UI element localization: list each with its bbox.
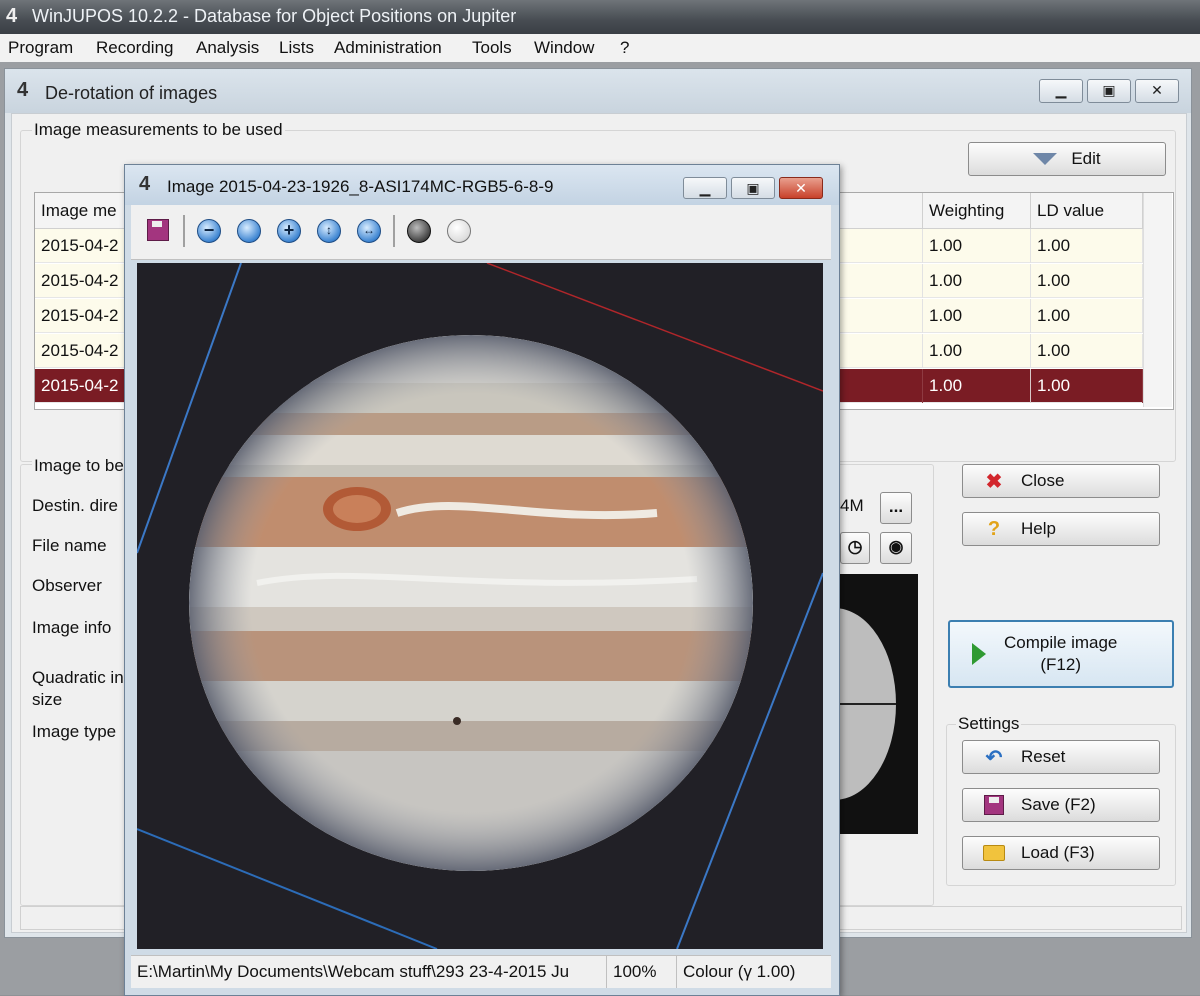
reset-label: Reset <box>1021 747 1066 766</box>
preview-thumbnail <box>834 574 918 834</box>
load-button[interactable]: Load (F3) <box>962 836 1160 870</box>
menu-help[interactable]: ? <box>620 38 629 58</box>
app-logo-icon: 4 <box>6 5 18 27</box>
quadratic-size-label: size <box>32 690 63 709</box>
edit-label: Edit <box>1071 149 1101 168</box>
image-to-be-group-label: Image to be <box>32 456 126 476</box>
menu-program[interactable]: Program <box>8 38 73 58</box>
preview-disc <box>834 574 918 834</box>
image-window: 4 Image 2015-04-23-1926_8-ASI174MC-RGB5-… <box>124 164 840 996</box>
cell-ld: 1.00 <box>1031 229 1143 263</box>
restore-button[interactable]: ▣ <box>1087 79 1131 103</box>
edit-button[interactable]: Edit <box>968 142 1166 176</box>
cell-weighting: 1.00 <box>923 334 1031 368</box>
cell-ld: 1.00 <box>1031 264 1143 298</box>
save-label: Save (F2) <box>1021 795 1096 814</box>
browse-button[interactable]: ... <box>880 492 912 524</box>
help-label: Help <box>1021 519 1056 538</box>
light-circle-icon[interactable] <box>447 219 471 243</box>
load-label: Load (F3) <box>1021 843 1095 862</box>
reset-arrow-icon: ↶ <box>985 746 1003 769</box>
settings-group-label: Settings <box>956 714 1022 734</box>
cell-weighting: 1.00 <box>923 264 1031 298</box>
cell-weighting: 1.00 <box>923 299 1031 333</box>
play-icon <box>972 643 986 665</box>
stretch-vertical-icon[interactable]: ↕ <box>317 219 341 243</box>
image-restore-button[interactable]: ▣ <box>731 177 775 199</box>
col-header-weighting[interactable]: Weighting <box>923 193 1031 229</box>
image-minimize-button[interactable]: ▁ <box>683 177 727 199</box>
save-button[interactable]: Save (F2) <box>962 788 1160 822</box>
observer-label: Observer <box>32 576 102 595</box>
dropdown-triangle-icon <box>1033 153 1058 165</box>
menu-analysis[interactable]: Analysis <box>196 38 259 58</box>
destin-label: Destin. dire <box>32 496 118 515</box>
destin-field[interactable]: 4M <box>840 496 864 516</box>
app-title-bar: 4 WinJUPOS 10.2.2 - Database for Object … <box>0 0 1200 34</box>
zoom-fit-icon[interactable] <box>237 219 261 243</box>
jupiter-image <box>137 263 823 949</box>
status-path: E:\Martin\My Documents\Webcam stuff\293 … <box>131 956 607 988</box>
image-type-label: Image type <box>32 722 117 741</box>
menu-bar: Program Recording Analysis Lists Adminis… <box>0 34 1200 63</box>
dark-circle-icon[interactable] <box>407 219 431 243</box>
quadratic-label: Quadratic in <box>32 668 124 687</box>
menu-recording[interactable]: Recording <box>96 38 174 58</box>
zoom-in-icon[interactable]: + <box>277 219 301 243</box>
file-name-label: File name <box>32 536 107 555</box>
menu-administration[interactable]: Administration <box>334 38 442 58</box>
image-close-button[interactable]: ✕ <box>779 177 823 199</box>
cell-weighting: 1.00 <box>923 229 1031 263</box>
close-x-icon: ✖ <box>985 470 1003 493</box>
help-question-icon: ? <box>987 517 1001 540</box>
measurements-group-label: Image measurements to be used <box>32 120 285 140</box>
table-scrollbar[interactable] <box>1143 193 1172 407</box>
image-statusbar: E:\Martin\My Documents\Webcam stuff\293 … <box>131 955 831 988</box>
image-window-title-bar[interactable]: 4 Image 2015-04-23-1926_8-ASI174MC-RGB5-… <box>125 165 839 205</box>
compile-label: Compile image <box>1004 633 1118 652</box>
eye-icon: ◉ <box>888 537 904 556</box>
image-toolbar: − + ↕ ↔ <box>131 205 831 260</box>
cell-ld: 1.00 <box>1031 299 1143 333</box>
image-info-label: Image info <box>32 618 112 637</box>
close-window-button[interactable]: ✕ <box>1135 79 1179 103</box>
floppy-icon <box>981 793 1007 817</box>
status-colour: Colour (γ 1.00) <box>683 962 796 981</box>
toolbar-separator <box>183 215 185 247</box>
folder-icon <box>981 841 1007 865</box>
col-header-ld[interactable]: LD value <box>1031 193 1143 229</box>
cell-ld: 1.00 <box>1031 334 1143 368</box>
derotation-title-bar[interactable]: 4 De-rotation of images ▁ ▣ ✕ <box>5 69 1191 113</box>
toolbar-separator <box>393 215 395 247</box>
derotation-logo-icon: 4 <box>17 79 29 101</box>
reset-button[interactable]: ↶ Reset <box>962 740 1160 774</box>
view-button[interactable]: ◉ <box>880 532 912 564</box>
derotation-title: De-rotation of images <box>45 83 218 103</box>
save-image-icon[interactable] <box>147 219 169 241</box>
image-window-logo-icon: 4 <box>139 173 151 195</box>
compile-shortcut: (F12) <box>1040 655 1081 674</box>
app-title: WinJUPOS 10.2.2 - Database for Object Po… <box>32 6 517 26</box>
compile-label-block: Compile image (F12) <box>1004 632 1117 676</box>
status-zoom: 100% <box>607 956 677 988</box>
menu-tools[interactable]: Tools <box>472 38 512 58</box>
minimize-button[interactable]: ▁ <box>1039 79 1083 103</box>
stretch-horizontal-icon[interactable]: ↔ <box>357 219 381 243</box>
clock-button[interactable]: ◷ <box>840 532 870 564</box>
compile-image-button[interactable]: Compile image (F12) <box>948 620 1174 688</box>
clock-icon: ◷ <box>847 537 863 556</box>
menu-window[interactable]: Window <box>534 38 594 58</box>
cell-weighting: 1.00 <box>923 369 1031 403</box>
image-window-title: Image 2015-04-23-1926_8-ASI174MC-RGB5-6-… <box>167 177 554 196</box>
menu-lists[interactable]: Lists <box>279 38 314 58</box>
cell-ld: 1.00 <box>1031 369 1143 403</box>
help-button[interactable]: ? Help <box>962 512 1160 546</box>
zoom-out-icon[interactable]: − <box>197 219 221 243</box>
image-canvas[interactable] <box>137 263 823 949</box>
close-button[interactable]: ✖ Close <box>962 464 1160 498</box>
close-label: Close <box>1021 471 1065 490</box>
